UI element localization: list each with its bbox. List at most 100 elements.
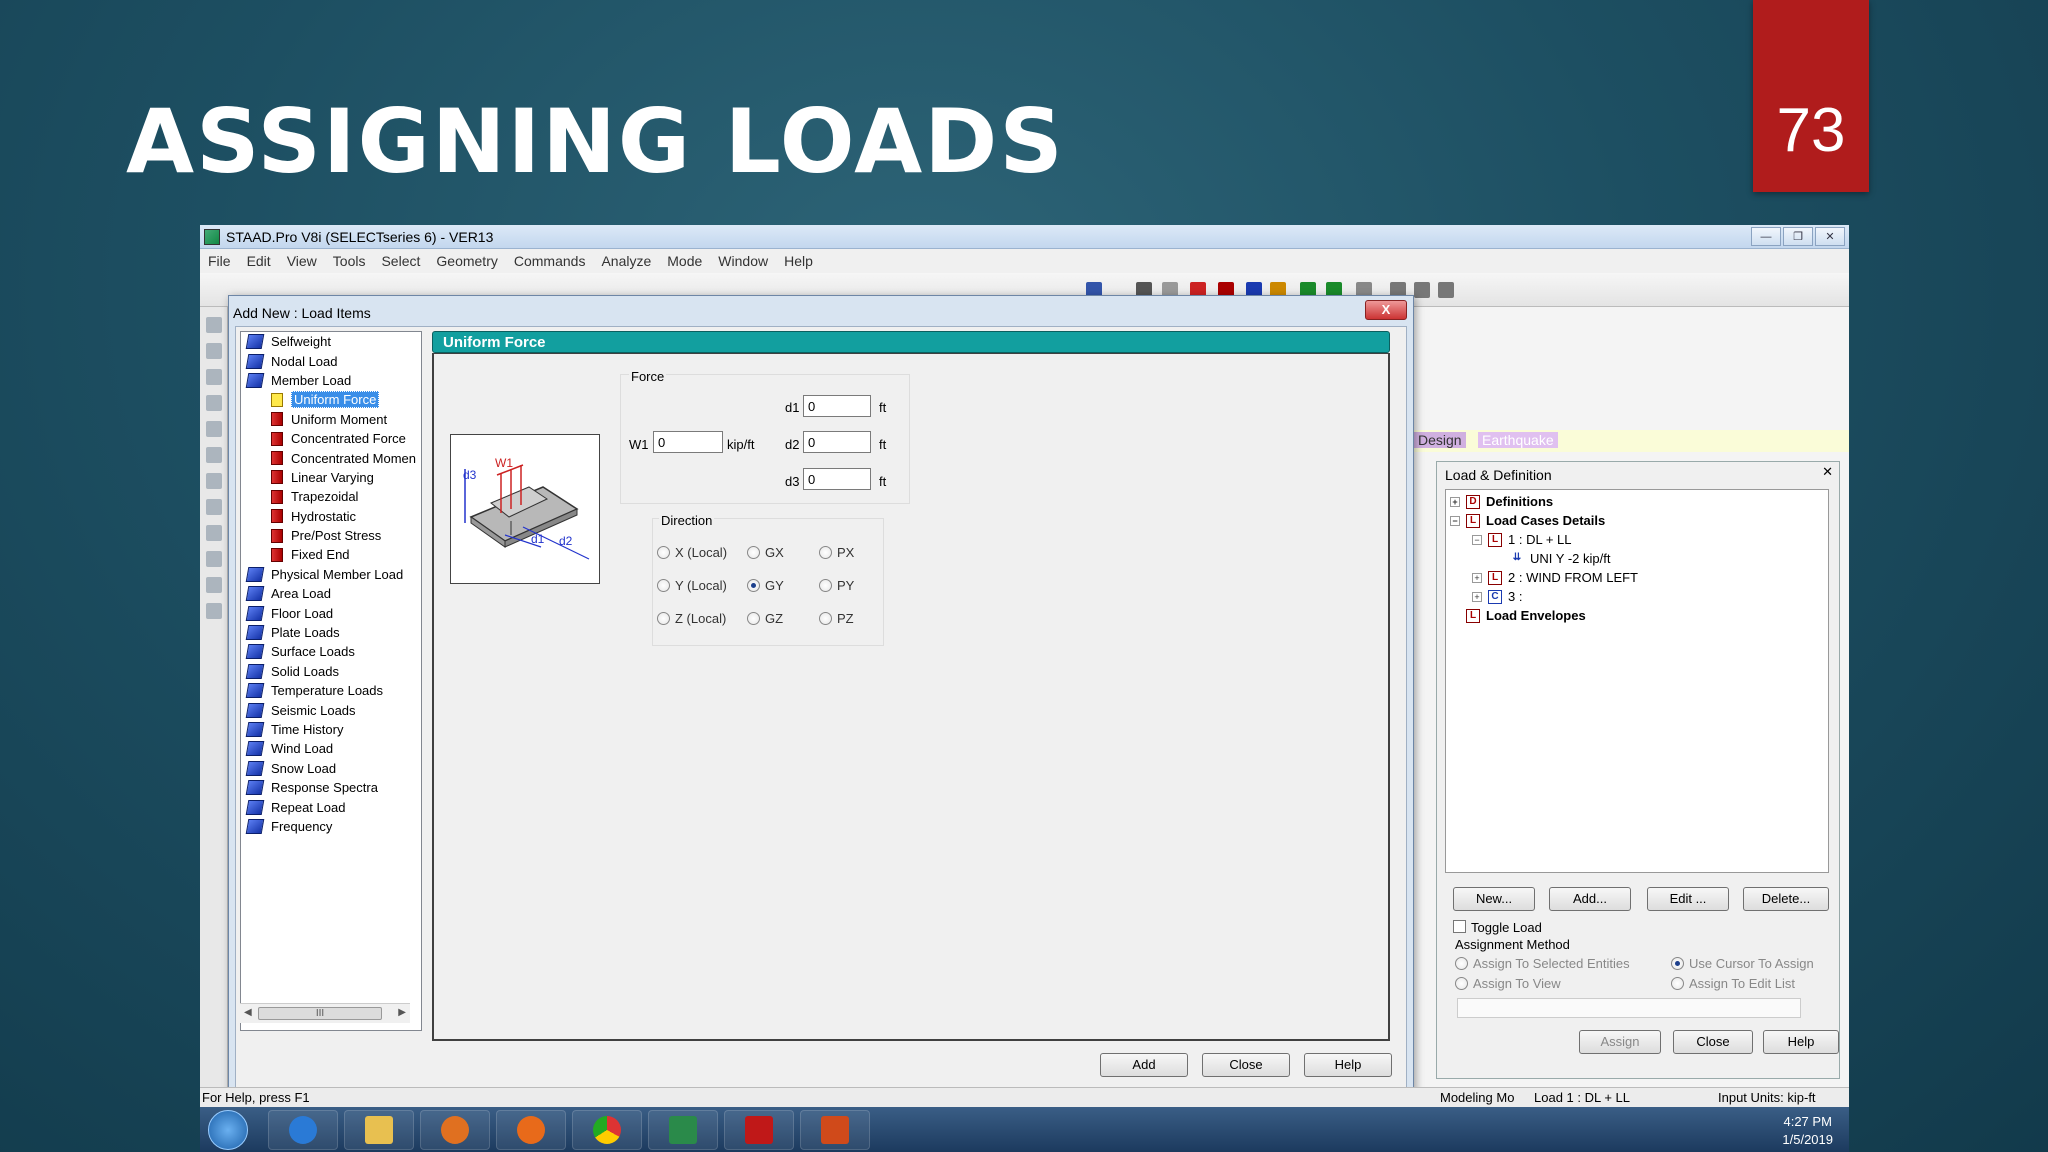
tree-item[interactable]: Hydrostatic xyxy=(241,507,421,526)
scroll-right-icon[interactable]: ▶ xyxy=(398,1007,406,1018)
gy-radio[interactable]: GY xyxy=(747,578,784,593)
minimize-button[interactable]: — xyxy=(1751,227,1781,246)
tree-item[interactable]: Member Load xyxy=(241,371,421,390)
toolbar-icon[interactable] xyxy=(1414,282,1430,298)
restore-button[interactable]: ❐ xyxy=(1783,227,1813,246)
tree-item[interactable]: Floor Load xyxy=(241,603,421,622)
d1-input[interactable]: 0 xyxy=(803,395,871,417)
explorer-taskbar-icon[interactable] xyxy=(344,1110,414,1150)
tool-icon[interactable] xyxy=(206,577,222,593)
assign-selected-radio[interactable]: Assign To Selected Entities xyxy=(1455,956,1630,971)
tab-design[interactable]: Design xyxy=(1414,432,1466,448)
delete-button[interactable]: Delete... xyxy=(1743,887,1829,911)
collapse-icon[interactable]: − xyxy=(1450,515,1460,526)
scroll-left-icon[interactable]: ◀ xyxy=(244,1007,252,1018)
tree-item[interactable]: Seismic Loads xyxy=(241,700,421,719)
tree-item[interactable]: Solid Loads xyxy=(241,662,421,681)
tree-case-3[interactable]: + C 3 : xyxy=(1472,589,1522,604)
menu-geometry[interactable]: Geometry xyxy=(436,253,497,269)
help-panel-button[interactable]: Help xyxy=(1763,1030,1839,1054)
add-load-button[interactable]: Add... xyxy=(1549,887,1631,911)
scroll-thumb[interactable]: III xyxy=(258,1007,382,1020)
tree-case-1-item[interactable]: ⇊ UNI Y -2 kip/ft xyxy=(1510,551,1610,566)
tree-item[interactable]: Temperature Loads xyxy=(241,681,421,700)
tree-item[interactable]: Concentrated Momen xyxy=(241,448,421,467)
use-cursor-radio[interactable]: Use Cursor To Assign xyxy=(1671,956,1814,971)
tree-item[interactable]: Area Load xyxy=(241,584,421,603)
media-taskbar-icon[interactable] xyxy=(420,1110,490,1150)
tool-icon[interactable] xyxy=(206,603,222,619)
menu-help[interactable]: Help xyxy=(784,253,813,269)
toggle-load-checkbox[interactable] xyxy=(1453,920,1466,933)
tool-icon[interactable] xyxy=(206,343,222,359)
menu-window[interactable]: Window xyxy=(718,253,768,269)
add-button[interactable]: Add xyxy=(1100,1053,1188,1077)
tool-icon[interactable] xyxy=(206,499,222,515)
close-button[interactable]: Close xyxy=(1202,1053,1290,1077)
tree-item[interactable]: Uniform Moment xyxy=(241,410,421,429)
tree-envelopes[interactable]: L Load Envelopes xyxy=(1466,608,1586,623)
menu-mode[interactable]: Mode xyxy=(667,253,702,269)
tree-item[interactable]: Plate Loads xyxy=(241,623,421,642)
acrobat-taskbar-icon[interactable] xyxy=(724,1110,794,1150)
tree-item[interactable]: Physical Member Load xyxy=(241,565,421,584)
toolbar-icon[interactable] xyxy=(1438,282,1454,298)
edit-list-field[interactable] xyxy=(1457,998,1801,1018)
expand-icon[interactable]: + xyxy=(1472,572,1482,583)
menu-file[interactable]: File xyxy=(208,253,231,269)
menu-view[interactable]: View xyxy=(287,253,317,269)
gx-radio[interactable]: GX xyxy=(747,545,784,560)
py-radio[interactable]: PY xyxy=(819,578,854,593)
close-window-button[interactable]: ✕ xyxy=(1815,227,1845,246)
tree-item[interactable]: Wind Load xyxy=(241,739,421,758)
tree-scrollbar[interactable]: ◀ III ▶ xyxy=(240,1003,410,1023)
tree-item[interactable]: Time History xyxy=(241,720,421,739)
tree-item[interactable]: Repeat Load xyxy=(241,797,421,816)
tool-icon[interactable] xyxy=(206,395,222,411)
menu-select[interactable]: Select xyxy=(381,253,420,269)
tree-item[interactable]: Selfweight xyxy=(241,332,421,351)
z-local-radio[interactable]: Z (Local) xyxy=(657,611,726,626)
tree-case-1[interactable]: − L 1 : DL + LL xyxy=(1472,532,1571,547)
menu-tools[interactable]: Tools xyxy=(333,253,366,269)
d2-input[interactable]: 0 xyxy=(803,431,871,453)
y-local-radio[interactable]: Y (Local) xyxy=(657,578,727,593)
ie-taskbar-icon[interactable] xyxy=(268,1110,338,1150)
menu-edit[interactable]: Edit xyxy=(247,253,271,269)
collapse-icon[interactable]: − xyxy=(1472,534,1482,545)
tree-item[interactable]: Frequency xyxy=(241,817,421,836)
edit-button[interactable]: Edit ... xyxy=(1647,887,1729,911)
tree-item[interactable]: Nodal Load xyxy=(241,351,421,370)
tree-item[interactable]: Concentrated Force xyxy=(241,429,421,448)
firefox-taskbar-icon[interactable] xyxy=(496,1110,566,1150)
tree-case-2[interactable]: + L 2 : WIND FROM LEFT xyxy=(1472,570,1638,585)
px-radio[interactable]: PX xyxy=(819,545,854,560)
x-local-radio[interactable]: X (Local) xyxy=(657,545,727,560)
staad-taskbar-icon[interactable] xyxy=(648,1110,718,1150)
chrome-taskbar-icon[interactable] xyxy=(572,1110,642,1150)
pz-radio[interactable]: PZ xyxy=(819,611,854,626)
dialog-close-button[interactable]: X xyxy=(1365,300,1407,320)
tool-icon[interactable] xyxy=(206,369,222,385)
tool-icon[interactable] xyxy=(206,317,222,333)
tab-earthquake[interactable]: Earthquake xyxy=(1478,432,1558,448)
close-panel-button[interactable]: Close xyxy=(1673,1030,1753,1054)
assign-view-radio[interactable]: Assign To View xyxy=(1455,976,1561,991)
close-icon[interactable]: ✕ xyxy=(1822,464,1833,480)
start-button[interactable] xyxy=(208,1110,248,1150)
tool-icon[interactable] xyxy=(206,473,222,489)
new-button[interactable]: New... xyxy=(1453,887,1535,911)
tree-item[interactable]: Linear Varying xyxy=(241,468,421,487)
tree-item[interactable]: Uniform Force xyxy=(241,390,421,409)
tool-icon[interactable] xyxy=(206,525,222,541)
tool-icon[interactable] xyxy=(206,551,222,567)
tree-item[interactable]: Snow Load xyxy=(241,759,421,778)
powerpoint-taskbar-icon[interactable] xyxy=(800,1110,870,1150)
tree-item[interactable]: Response Spectra xyxy=(241,778,421,797)
w1-input[interactable]: 0 xyxy=(653,431,723,453)
gz-radio[interactable]: GZ xyxy=(747,611,783,626)
taskbar-clock[interactable]: 4:27 PM 1/5/2019 xyxy=(1782,1113,1833,1149)
menu-analyze[interactable]: Analyze xyxy=(601,253,651,269)
tree-definitions[interactable]: + D Definitions xyxy=(1450,494,1553,509)
d3-input[interactable]: 0 xyxy=(803,468,871,490)
